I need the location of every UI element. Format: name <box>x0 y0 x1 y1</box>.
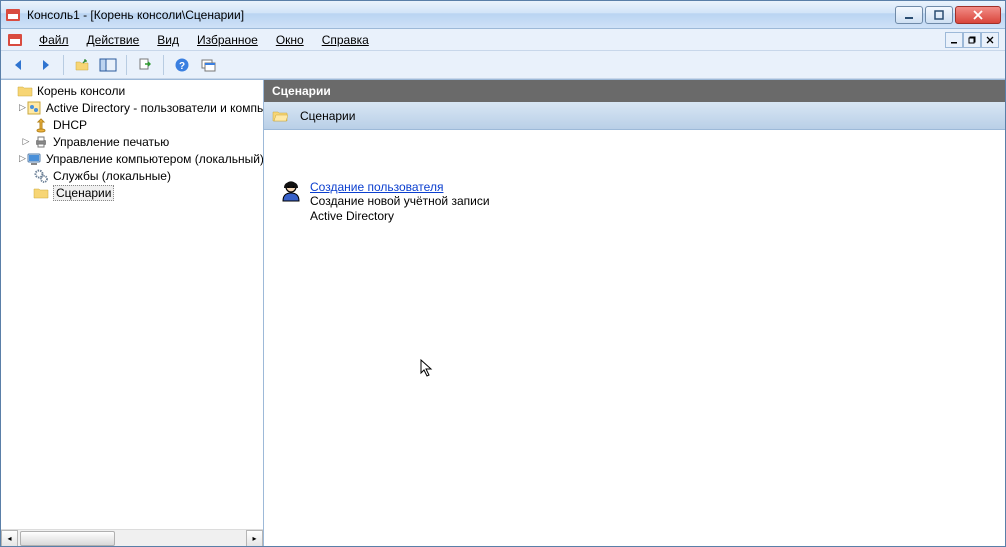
help-button[interactable]: ? <box>170 53 194 77</box>
expand-icon[interactable]: ▷ <box>19 136 33 147</box>
menu-view[interactable]: Вид <box>149 31 187 49</box>
tree-item-print[interactable]: ▷ Управление печатью <box>1 133 263 150</box>
tree-body[interactable]: Корень консоли ▷ Active Directory - поль… <box>1 80 263 529</box>
action-link-create-user[interactable]: Создание пользователя <box>310 180 490 194</box>
main-header-title: Сценарии <box>272 84 331 98</box>
show-hide-tree-button[interactable] <box>96 53 120 77</box>
close-button[interactable] <box>955 6 1001 24</box>
scroll-track[interactable] <box>18 530 246 547</box>
menu-favorites[interactable]: Избранное <box>189 31 266 49</box>
folder-icon <box>17 83 33 99</box>
titlebar[interactable]: Консоль1 - [Корень консоли\Сценарии] <box>1 1 1005 29</box>
app-window: Консоль1 - [Корень консоли\Сценарии] Фай… <box>0 0 1006 547</box>
mdi-controls <box>945 32 999 48</box>
content-area: Корень консоли ▷ Active Directory - поль… <box>1 79 1005 546</box>
menubar: Файл Действие Вид Избранное Окно Справка <box>1 29 1005 51</box>
tree-node-label: Корень консоли <box>37 84 125 98</box>
mdi-minimize-button[interactable] <box>945 32 963 48</box>
tree-node-label: Active Directory - пользователи и компью… <box>46 101 263 115</box>
dhcp-icon <box>33 117 49 133</box>
user-icon <box>280 180 302 202</box>
main-subheader-title: Сценарии <box>300 109 355 123</box>
window-controls <box>895 6 1001 24</box>
tree-node-label: DHCP <box>53 118 87 132</box>
menu-window[interactable]: Окно <box>268 31 312 49</box>
main-subheader[interactable]: Сценарии <box>264 102 1005 130</box>
expand-icon[interactable]: ▷ <box>19 102 26 113</box>
tree-panel: Корень консоли ▷ Active Directory - поль… <box>1 80 264 546</box>
action-item-create-user: Создание пользователя Создание новой учё… <box>280 180 989 224</box>
back-button[interactable] <box>7 53 31 77</box>
ad-icon <box>26 100 42 116</box>
gears-icon <box>33 168 49 184</box>
menu-file[interactable]: Файл <box>31 31 77 49</box>
new-window-button[interactable] <box>196 53 220 77</box>
action-text: Создание пользователя Создание новой учё… <box>310 180 490 224</box>
computer-icon <box>26 151 42 167</box>
folder-icon <box>33 185 49 201</box>
export-button[interactable] <box>133 53 157 77</box>
expand-icon[interactable]: ▷ <box>19 153 26 164</box>
action-desc-line1: Создание новой учётной записи <box>310 194 490 209</box>
tree-node-label: Управление компьютером (локальный) <box>46 152 263 166</box>
tree-node-label: Сценарии <box>53 185 114 201</box>
cursor-icon <box>420 359 434 377</box>
svg-text:?: ? <box>179 61 185 72</box>
scroll-left-button[interactable]: ◂ <box>1 530 18 547</box>
toolbar-separator <box>163 55 164 75</box>
forward-button[interactable] <box>33 53 57 77</box>
horizontal-scrollbar[interactable]: ◂ ▸ <box>1 529 263 546</box>
maximize-button[interactable] <box>925 6 953 24</box>
tree-item-ad[interactable]: ▷ Active Directory - пользователи и комп… <box>1 99 263 116</box>
app-icon <box>5 7 21 23</box>
tree-node-label: Службы (локальные) <box>53 169 171 183</box>
tree-root[interactable]: Корень консоли <box>1 82 263 99</box>
toolbar-separator <box>126 55 127 75</box>
folder-open-icon <box>272 108 288 124</box>
tree-item-compmgmt[interactable]: ▷ Управление компьютером (локальный) <box>1 150 263 167</box>
tree-item-dhcp[interactable]: DHCP <box>1 116 263 133</box>
toolbar: ? <box>1 51 1005 79</box>
scroll-right-button[interactable]: ▸ <box>246 530 263 547</box>
main-content: Создание пользователя Создание новой учё… <box>264 130 1005 546</box>
mdi-restore-button[interactable] <box>963 32 981 48</box>
toolbar-separator <box>63 55 64 75</box>
up-button[interactable] <box>70 53 94 77</box>
tree-node-label: Управление печатью <box>53 135 169 149</box>
menu-help[interactable]: Справка <box>314 31 377 49</box>
scroll-thumb[interactable] <box>20 531 115 546</box>
printer-icon <box>33 134 49 150</box>
main-header: Сценарии <box>264 80 1005 102</box>
tree-item-scenarios[interactable]: Сценарии <box>1 184 263 201</box>
tree-item-services[interactable]: Службы (локальные) <box>1 167 263 184</box>
mdi-app-icon <box>7 32 23 48</box>
action-desc-line2: Active Directory <box>310 209 490 224</box>
main-panel: Сценарии Сценарии <box>264 80 1005 546</box>
window-title: Консоль1 - [Корень консоли\Сценарии] <box>27 8 895 22</box>
minimize-button[interactable] <box>895 6 923 24</box>
menu-action[interactable]: Действие <box>79 31 148 49</box>
mdi-close-button[interactable] <box>981 32 999 48</box>
